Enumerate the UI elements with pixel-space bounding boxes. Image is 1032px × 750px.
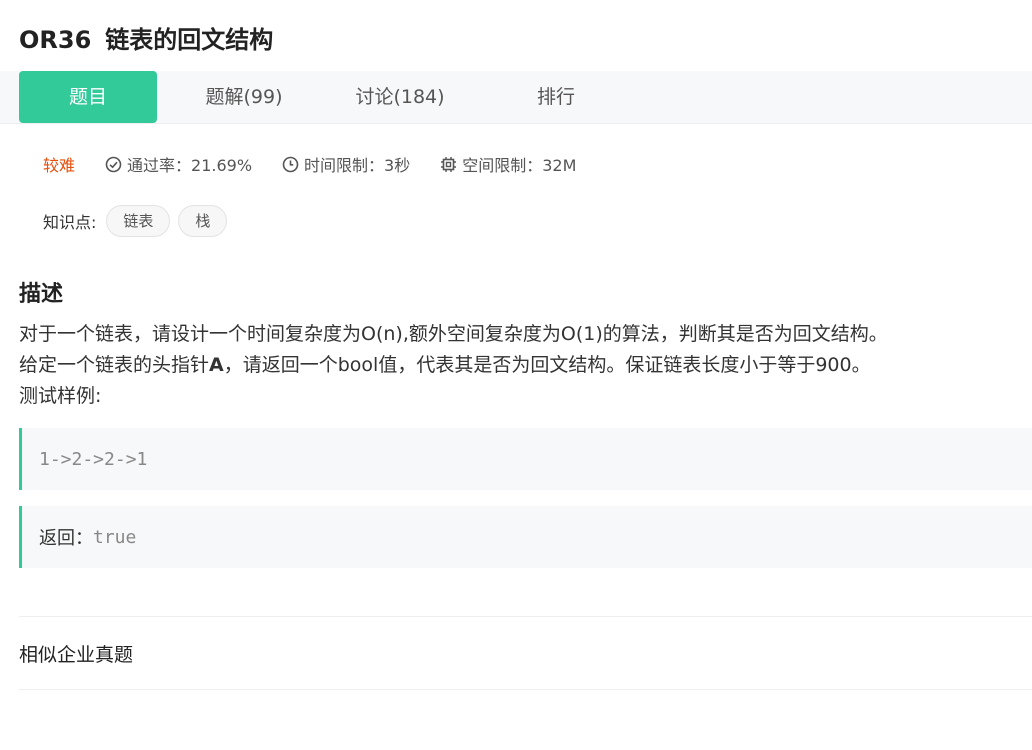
memory-limit: 空间限制：32M [440, 152, 576, 176]
tab-discussion[interactable]: 讨论(184) [335, 71, 465, 123]
time-limit: 时间限制：3秒 [282, 152, 410, 176]
problem-name: 链表的回文结构 [105, 26, 274, 54]
description-body: 对于一个链表，请设计一个时间复杂度为O(n),额外空间复杂度为O(1)的算法，判… [19, 319, 1019, 412]
example-output-block: 返回： true [19, 506, 1032, 568]
divider-top [19, 616, 1032, 617]
description-line-1: 对于一个链表，请设计一个时间复杂度为O(n),额外空间复杂度为O(1)的算法，判… [19, 323, 888, 345]
tag-linked-list[interactable]: 链表 [106, 205, 171, 237]
chip-icon [441, 156, 457, 172]
problem-title: OR36 链表的回文结构 [19, 20, 273, 55]
tab-ranking[interactable]: 排行 [520, 71, 592, 123]
knowledge-tags: 知识点: 链表 栈 [43, 205, 228, 237]
pass-rate-text: 通过率：21.69% [127, 156, 253, 175]
problem-id: OR36 [19, 26, 92, 54]
similar-questions-heading[interactable]: 相似企业真题 [19, 640, 133, 667]
example-input: 1->2->2->1 [39, 448, 148, 470]
example-input-block: 1->2->2->1 [19, 428, 1032, 490]
pass-rate: 通过率：21.69% [105, 152, 252, 176]
tag-stack[interactable]: 栈 [178, 205, 228, 237]
clock-icon [282, 156, 299, 172]
description-line-2-end: ，请返回一个bool值，代表其是否为回文结构。保证链表长度小于等于900。 [223, 354, 871, 376]
description-line-3: 测试样例: [19, 385, 102, 407]
tab-bar: 题目 题解(99) 讨论(184) 排行 [0, 71, 1032, 124]
memory-limit-text: 空间限制：32M [462, 156, 577, 175]
knowledge-label: 知识点: [43, 213, 97, 232]
divider-bottom [19, 689, 1032, 690]
tab-solutions[interactable]: 题解(99) [182, 71, 306, 123]
description-line-2-start: 给定一个链表的头指针 [19, 354, 210, 376]
description-heading: 描述 [19, 282, 64, 307]
description-line-2-bold: A [209, 354, 224, 376]
check-circle-icon [105, 156, 122, 172]
description-line-2: 给定一个链表的头指针A，请返回一个bool值，代表其是否为回文结构。保证链表长度… [19, 350, 1019, 381]
example-output-label: 返回： [39, 528, 93, 549]
problem-meta: 较难 通过率：21.69% 时间限制：3秒 空间限制：32M [43, 152, 606, 176]
time-limit-text: 时间限制：3秒 [304, 156, 411, 175]
example-output-value: true [93, 526, 137, 548]
difficulty-badge: 较难 [43, 156, 76, 175]
tab-problem[interactable]: 题目 [19, 71, 157, 123]
